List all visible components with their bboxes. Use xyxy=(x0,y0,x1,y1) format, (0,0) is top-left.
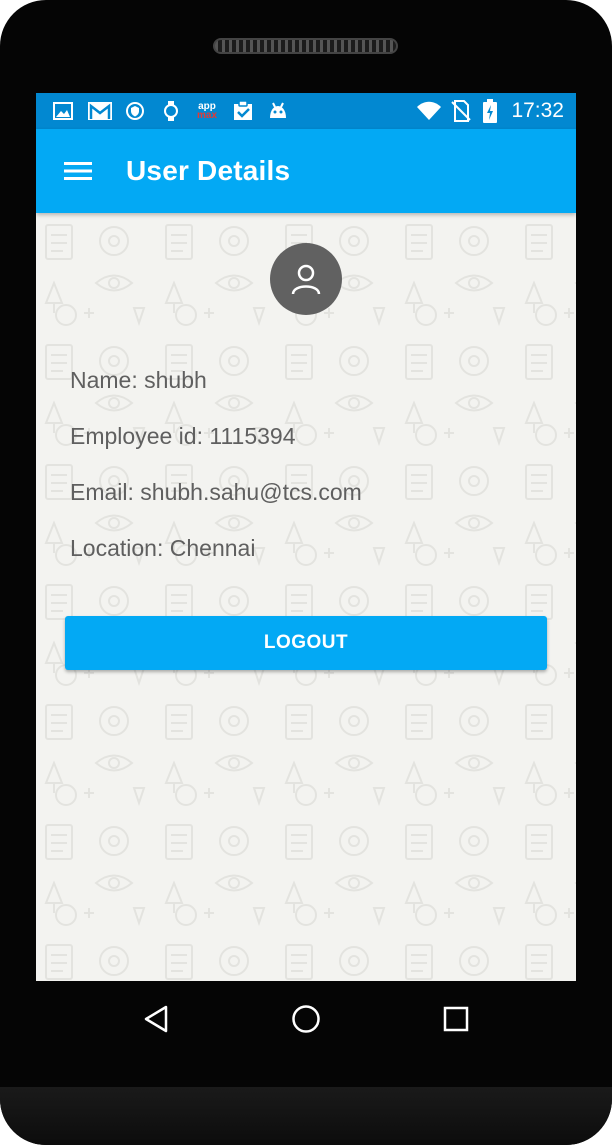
screen: app max 17:32 User Details Name: shubh E… xyxy=(36,93,576,981)
employee-id-label: Employee id: xyxy=(70,423,210,449)
doodle-background xyxy=(36,213,576,981)
status-time: 17:32 xyxy=(511,99,564,122)
battery-charging-icon xyxy=(481,99,499,123)
watch-icon xyxy=(160,100,182,122)
no-sim-icon xyxy=(450,100,472,122)
email-value: shubh.sahu@tcs.com xyxy=(140,479,362,505)
name-label: Name: xyxy=(70,367,145,393)
person-icon xyxy=(291,264,321,295)
status-bar: app max 17:32 xyxy=(36,93,576,129)
name-row: Name: shubh xyxy=(70,367,207,394)
appmax-bottom-text: ma xyxy=(196,110,212,121)
hamburger-menu-icon[interactable] xyxy=(58,154,98,188)
location-value: Chennai xyxy=(169,535,256,561)
phone-chin xyxy=(0,1087,612,1145)
appmax-icon: app max xyxy=(196,101,217,121)
app-bar: User Details xyxy=(36,129,576,213)
phone-frame: app max 17:32 User Details Name: shubh E… xyxy=(0,0,612,1145)
employee-id-value: 1115394 xyxy=(209,423,296,449)
logout-button[interactable]: LOGOUT xyxy=(65,616,547,670)
name-value: shubh xyxy=(144,367,207,393)
home-icon[interactable] xyxy=(276,1001,336,1037)
page-title: User Details xyxy=(126,155,291,186)
location-label: Location: xyxy=(70,535,170,561)
email-row: Email: shubh.sahu@tcs.com xyxy=(70,479,362,506)
recents-icon[interactable] xyxy=(426,1001,486,1037)
clipboard-check-icon xyxy=(232,100,254,122)
vpn-shield-icon xyxy=(124,100,146,122)
employee-id-row: Employee id: 1115394 xyxy=(70,423,296,450)
navigation-bar xyxy=(36,981,576,1087)
back-icon[interactable] xyxy=(126,1001,186,1037)
email-label: Email: xyxy=(70,479,141,505)
gmail-icon xyxy=(87,100,113,122)
user-details-content: Name: shubh Employee id: 1115394 Email: … xyxy=(36,213,576,981)
image-icon xyxy=(52,100,74,122)
location-row: Location: Chennai xyxy=(70,535,255,562)
android-icon xyxy=(267,100,289,122)
earpiece-speaker xyxy=(213,38,398,54)
avatar xyxy=(270,243,342,315)
wifi-icon xyxy=(416,100,442,122)
